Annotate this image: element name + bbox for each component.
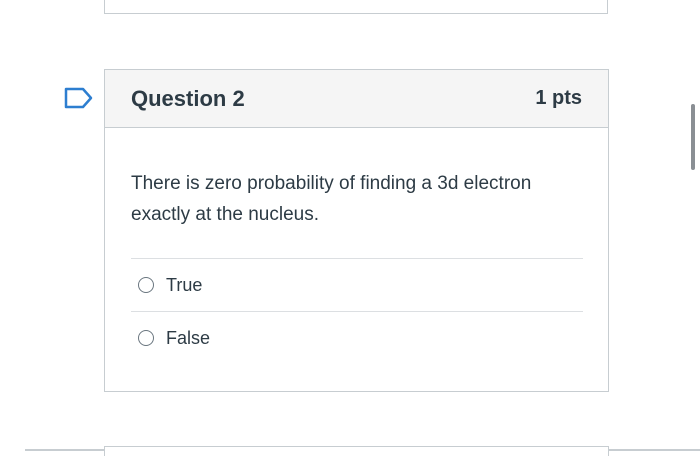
answer-label: False [166,327,211,348]
answer-option-true[interactable]: True [131,258,583,311]
answer-option-false[interactable]: False [131,311,583,364]
answer-label: True [166,274,203,295]
previous-question-card [104,0,608,14]
radio-button-icon[interactable] [138,330,154,346]
question-text: There is zero probability of finding a 3… [131,173,532,225]
question-points: 1 pts [535,87,582,109]
question-header: Question 2 1 pts [105,70,608,128]
question-card: Question 2 1 pts There is zero probabili… [104,69,609,392]
scrollbar-thumb[interactable] [691,104,695,170]
flag-bookmark-icon [64,87,93,109]
question-title: Question 2 [131,85,245,111]
answer-list: True False [131,258,583,364]
radio-button-icon[interactable] [138,277,154,293]
flag-question-button[interactable] [64,87,94,109]
next-question-card [104,446,609,456]
